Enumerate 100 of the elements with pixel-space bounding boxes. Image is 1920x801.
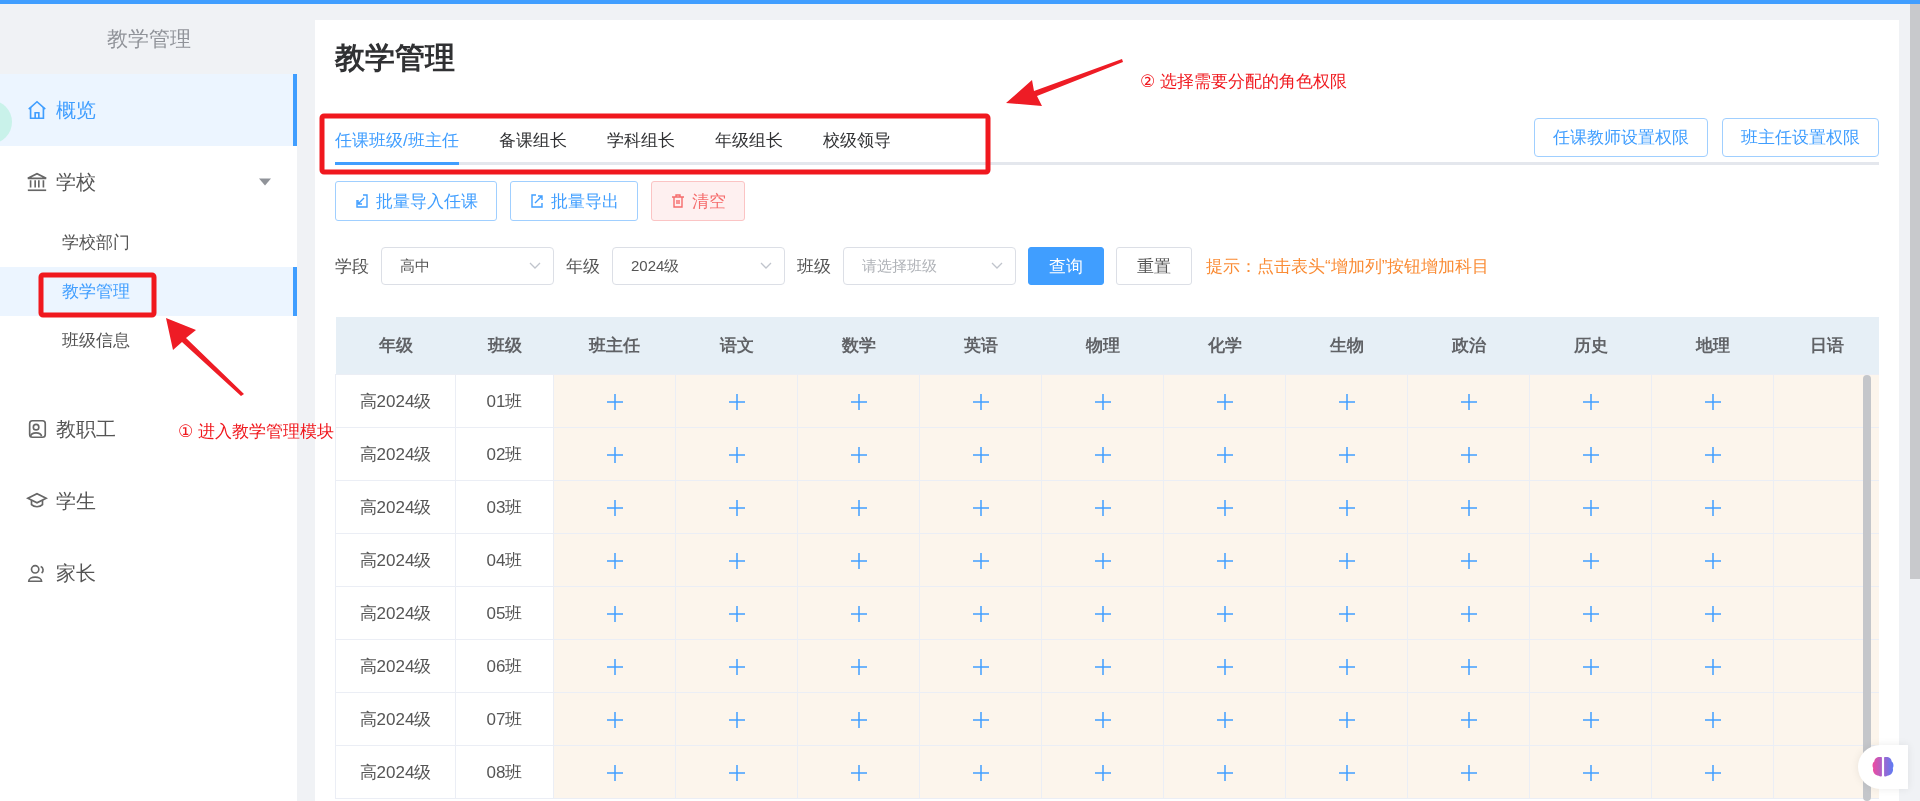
add-icon[interactable] — [727, 604, 746, 623]
add-icon[interactable] — [727, 392, 746, 411]
tab[interactable]: 年级组长 — [714, 121, 783, 165]
add-icon[interactable] — [1459, 604, 1478, 623]
add-icon[interactable] — [1093, 445, 1112, 464]
add-icon[interactable] — [1337, 551, 1356, 570]
add-icon[interactable] — [1093, 498, 1112, 517]
menu-item[interactable]: 教职工 — [56, 415, 116, 443]
export-icon — [529, 193, 545, 209]
add-icon[interactable] — [1459, 392, 1478, 411]
add-icon[interactable] — [1581, 604, 1600, 623]
add-icon[interactable] — [971, 763, 990, 782]
scrollbar[interactable] — [1863, 375, 1871, 801]
add-icon[interactable] — [1703, 604, 1722, 623]
add-icon[interactable] — [605, 710, 624, 729]
add-icon[interactable] — [971, 604, 990, 623]
add-icon[interactable] — [605, 498, 624, 517]
add-icon[interactable] — [1581, 392, 1600, 411]
add-icon[interactable] — [605, 551, 624, 570]
add-icon[interactable] — [1581, 763, 1600, 782]
menu-item[interactable]: 家长 — [56, 559, 96, 587]
add-icon[interactable] — [971, 498, 990, 517]
add-icon[interactable] — [605, 604, 624, 623]
add-icon[interactable] — [971, 710, 990, 729]
tab[interactable]: 校级领导 — [822, 121, 891, 165]
add-icon[interactable] — [1215, 551, 1234, 570]
add-icon[interactable] — [1093, 657, 1112, 676]
add-icon[interactable] — [1215, 498, 1234, 517]
add-icon[interactable] — [1215, 657, 1234, 676]
add-icon[interactable] — [1215, 710, 1234, 729]
add-icon[interactable] — [1581, 551, 1600, 570]
add-icon[interactable] — [1703, 763, 1722, 782]
add-icon[interactable] — [605, 657, 624, 676]
add-icon[interactable] — [1337, 392, 1356, 411]
add-icon[interactable] — [971, 392, 990, 411]
add-icon[interactable] — [849, 763, 868, 782]
assistant-button[interactable] — [1858, 745, 1908, 789]
add-icon[interactable] — [1337, 763, 1356, 782]
add-icon[interactable] — [1337, 498, 1356, 517]
add-icon[interactable] — [849, 392, 868, 411]
add-icon[interactable] — [849, 604, 868, 623]
add-icon[interactable] — [849, 657, 868, 676]
menu-item[interactable]: 学校 — [56, 168, 96, 196]
add-icon[interactable] — [1093, 763, 1112, 782]
add-icon[interactable] — [1703, 498, 1722, 517]
add-icon[interactable] — [1703, 445, 1722, 464]
add-icon[interactable] — [1093, 392, 1112, 411]
add-icon[interactable] — [1215, 445, 1234, 464]
add-icon[interactable] — [849, 498, 868, 517]
add-icon[interactable] — [1581, 710, 1600, 729]
add-icon[interactable] — [1337, 657, 1356, 676]
table-cell: 08班 — [455, 745, 554, 799]
add-icon[interactable] — [971, 445, 990, 464]
add-icon[interactable] — [1703, 392, 1722, 411]
add-icon[interactable] — [727, 763, 746, 782]
add-icon[interactable] — [1581, 445, 1600, 464]
add-icon[interactable] — [1703, 657, 1722, 676]
tab[interactable]: 备课组长 — [498, 121, 567, 165]
add-icon[interactable] — [1337, 445, 1356, 464]
add-icon[interactable] — [727, 710, 746, 729]
add-icon[interactable] — [849, 445, 868, 464]
add-icon[interactable] — [1703, 551, 1722, 570]
add-icon[interactable] — [727, 445, 746, 464]
scrollbar[interactable] — [1910, 4, 1920, 579]
add-icon[interactable] — [1093, 551, 1112, 570]
submenu-item[interactable]: 学校部门 — [0, 218, 297, 267]
add-icon[interactable] — [727, 498, 746, 517]
add-icon[interactable] — [727, 551, 746, 570]
add-icon[interactable] — [849, 710, 868, 729]
reset-button[interactable]: 重置 — [1116, 247, 1192, 285]
add-icon[interactable] — [1581, 657, 1600, 676]
add-icon[interactable] — [1215, 604, 1234, 623]
add-icon[interactable] — [1337, 710, 1356, 729]
add-icon[interactable] — [1093, 710, 1112, 729]
table-cell: 07班 — [455, 692, 554, 746]
tab[interactable]: 学科组长 — [606, 121, 675, 165]
add-icon[interactable] — [1459, 763, 1478, 782]
add-icon[interactable] — [1459, 657, 1478, 676]
add-icon[interactable] — [1459, 498, 1478, 517]
add-icon[interactable] — [971, 551, 990, 570]
menu-item[interactable]: 学生 — [56, 487, 96, 515]
add-icon[interactable] — [1215, 392, 1234, 411]
add-icon[interactable] — [971, 657, 990, 676]
add-icon[interactable] — [1215, 763, 1234, 782]
submenu-item[interactable]: 班级信息 — [0, 316, 297, 365]
add-icon[interactable] — [1459, 445, 1478, 464]
select-field[interactable]: 高中 — [381, 247, 554, 285]
add-icon[interactable] — [1459, 710, 1478, 729]
add-icon[interactable] — [1581, 498, 1600, 517]
add-icon[interactable] — [1337, 604, 1356, 623]
add-icon[interactable] — [1093, 604, 1112, 623]
add-icon[interactable] — [605, 763, 624, 782]
add-icon[interactable] — [849, 551, 868, 570]
add-icon[interactable] — [1703, 710, 1722, 729]
add-icon[interactable] — [727, 657, 746, 676]
add-icon[interactable] — [1459, 551, 1478, 570]
add-icon[interactable] — [605, 445, 624, 464]
select-field[interactable]: 2024级 — [612, 247, 785, 285]
home-icon — [26, 99, 48, 121]
add-icon[interactable] — [605, 392, 624, 411]
